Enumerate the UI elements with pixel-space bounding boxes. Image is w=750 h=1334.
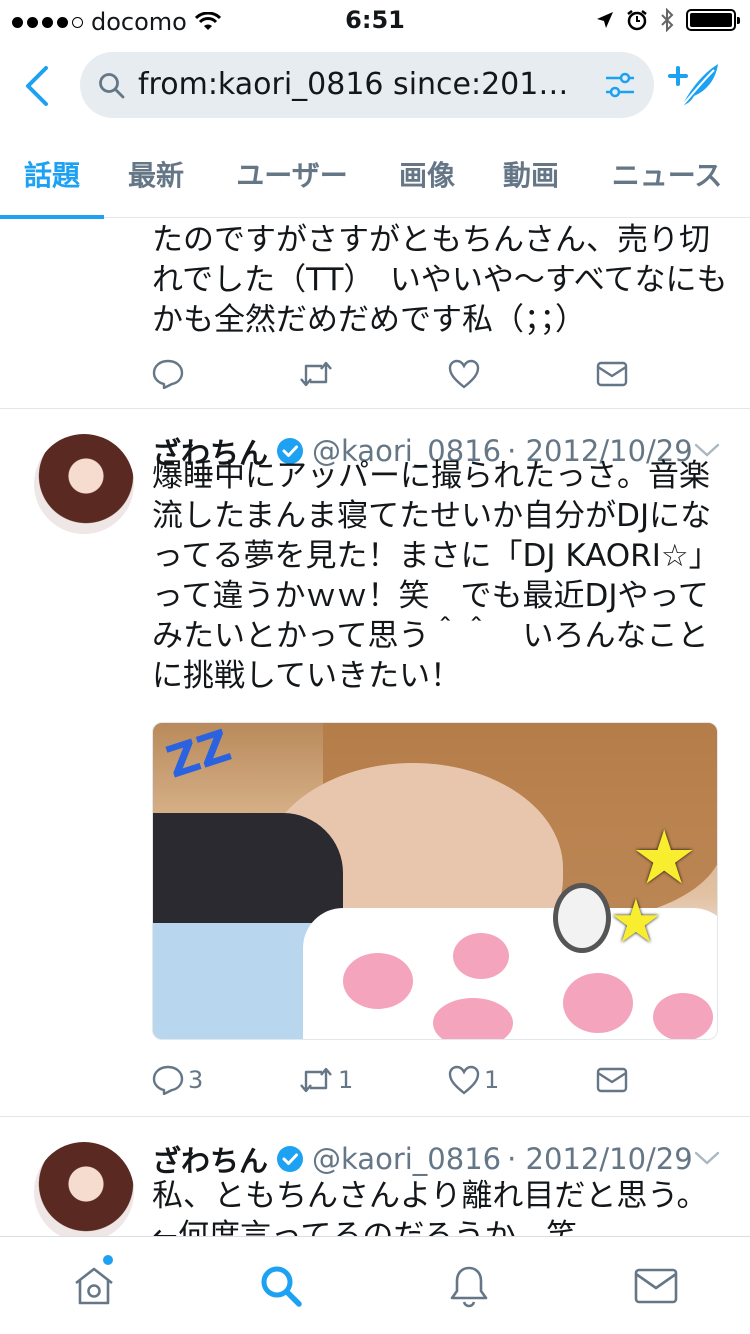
search-tabs: 話題 最新 ユーザー 画像 動画 ニュース <box>0 130 750 219</box>
share-dm-button[interactable] <box>596 1067 628 1093</box>
alarm-icon <box>627 10 647 31</box>
retweet-button[interactable] <box>298 360 448 388</box>
tab-users[interactable]: ユーザー <box>208 130 376 218</box>
tab-videos[interactable]: 動画 <box>478 130 584 218</box>
like-button[interactable] <box>448 359 596 389</box>
chevron-down-icon[interactable] <box>694 1150 720 1166</box>
tab-search[interactable] <box>188 1237 376 1334</box>
tab-notifications[interactable] <box>375 1237 563 1334</box>
home-icon <box>74 1267 113 1304</box>
tab-images[interactable]: 画像 <box>376 130 478 218</box>
tweet-date: · 2012/10/29 <box>507 1142 693 1176</box>
tweet-text: たのですがさすがともちんさん、売り切れでした（TT） いやいや〜すべてなにもかも… <box>152 222 728 338</box>
like-count: 1 <box>484 1066 500 1094</box>
reply-icon <box>152 359 184 389</box>
reply-icon <box>152 1065 184 1095</box>
tweet-photo[interactable]: ZZ ★ ★ <box>152 722 718 1040</box>
author-name[interactable]: ざわちん <box>152 1138 268 1180</box>
search-results-feed[interactable]: たのですがさすがともちんさん、売り切れでした（TT） いやいや〜すべてなにもかも… <box>0 218 750 1236</box>
status-bar: docomo 6:51 <box>0 0 750 40</box>
reply-button[interactable]: 3 <box>152 1065 298 1095</box>
reply-count: 3 <box>188 1066 204 1094</box>
tweet-text: 私、ともちんさんより離れ目だと思う。←何度言ってるのだろうか。笑 <box>152 1178 708 1236</box>
compose-button[interactable] <box>668 60 722 110</box>
retweet-count: 1 <box>338 1066 354 1094</box>
chevron-left-icon <box>26 66 48 106</box>
reply-button[interactable] <box>152 359 298 389</box>
tab-top[interactable]: 話題 <box>0 130 104 219</box>
tab-messages[interactable] <box>563 1237 750 1334</box>
search-field[interactable]: from:kaori_0816 since:2012... <box>80 52 654 118</box>
retweet-button[interactable]: 1 <box>298 1066 448 1094</box>
author-handle[interactable]: @kaori_0816 <box>312 1142 501 1176</box>
sticker-zz: ZZ <box>160 722 238 789</box>
star-sticker: ★ <box>609 887 663 957</box>
tab-home[interactable] <box>0 1237 188 1334</box>
envelope-icon <box>596 361 628 387</box>
envelope-icon <box>596 1067 628 1093</box>
tweet-header: ざわちん @kaori_0816 · 2012/10/29 <box>152 1138 693 1180</box>
search-header: from:kaori_0816 since:2012... <box>0 44 750 124</box>
back-button[interactable] <box>22 64 62 108</box>
tweet-divider <box>0 408 750 409</box>
location-icon <box>597 12 613 28</box>
tab-latest[interactable]: 最新 <box>104 130 208 218</box>
bell-icon <box>450 1266 488 1307</box>
compose-feather-icon <box>668 64 718 107</box>
filter-icon[interactable] <box>604 70 636 100</box>
tweet-actions <box>152 354 652 394</box>
home-unread-dot <box>103 1255 113 1265</box>
verified-badge-icon <box>277 1146 304 1172</box>
bottom-tab-bar <box>0 1236 750 1334</box>
retweet-icon <box>300 1067 332 1093</box>
heart-icon <box>448 359 480 389</box>
bluetooth-icon <box>661 8 674 32</box>
search-input[interactable]: from:kaori_0816 since:2012... <box>138 67 578 102</box>
tab-news[interactable]: ニュース <box>584 130 750 218</box>
search-icon <box>99 73 125 99</box>
heart-icon <box>448 1065 480 1095</box>
avatar[interactable] <box>34 434 134 534</box>
avatar[interactable] <box>34 1142 134 1236</box>
battery-icon <box>686 9 740 31</box>
tweet-text: 爆睡中にアッパーに撮られたっさ。音楽流したまんま寝てたせいか自分がDJになってる… <box>152 458 720 694</box>
search-icon <box>261 1266 302 1307</box>
retweet-icon <box>300 361 332 387</box>
share-dm-button[interactable] <box>596 361 628 387</box>
tweet-divider <box>0 1116 750 1117</box>
status-icons <box>596 8 740 32</box>
tweet-actions: 3 1 1 <box>152 1060 652 1100</box>
like-button[interactable]: 1 <box>448 1065 596 1095</box>
envelope-icon <box>634 1268 678 1303</box>
